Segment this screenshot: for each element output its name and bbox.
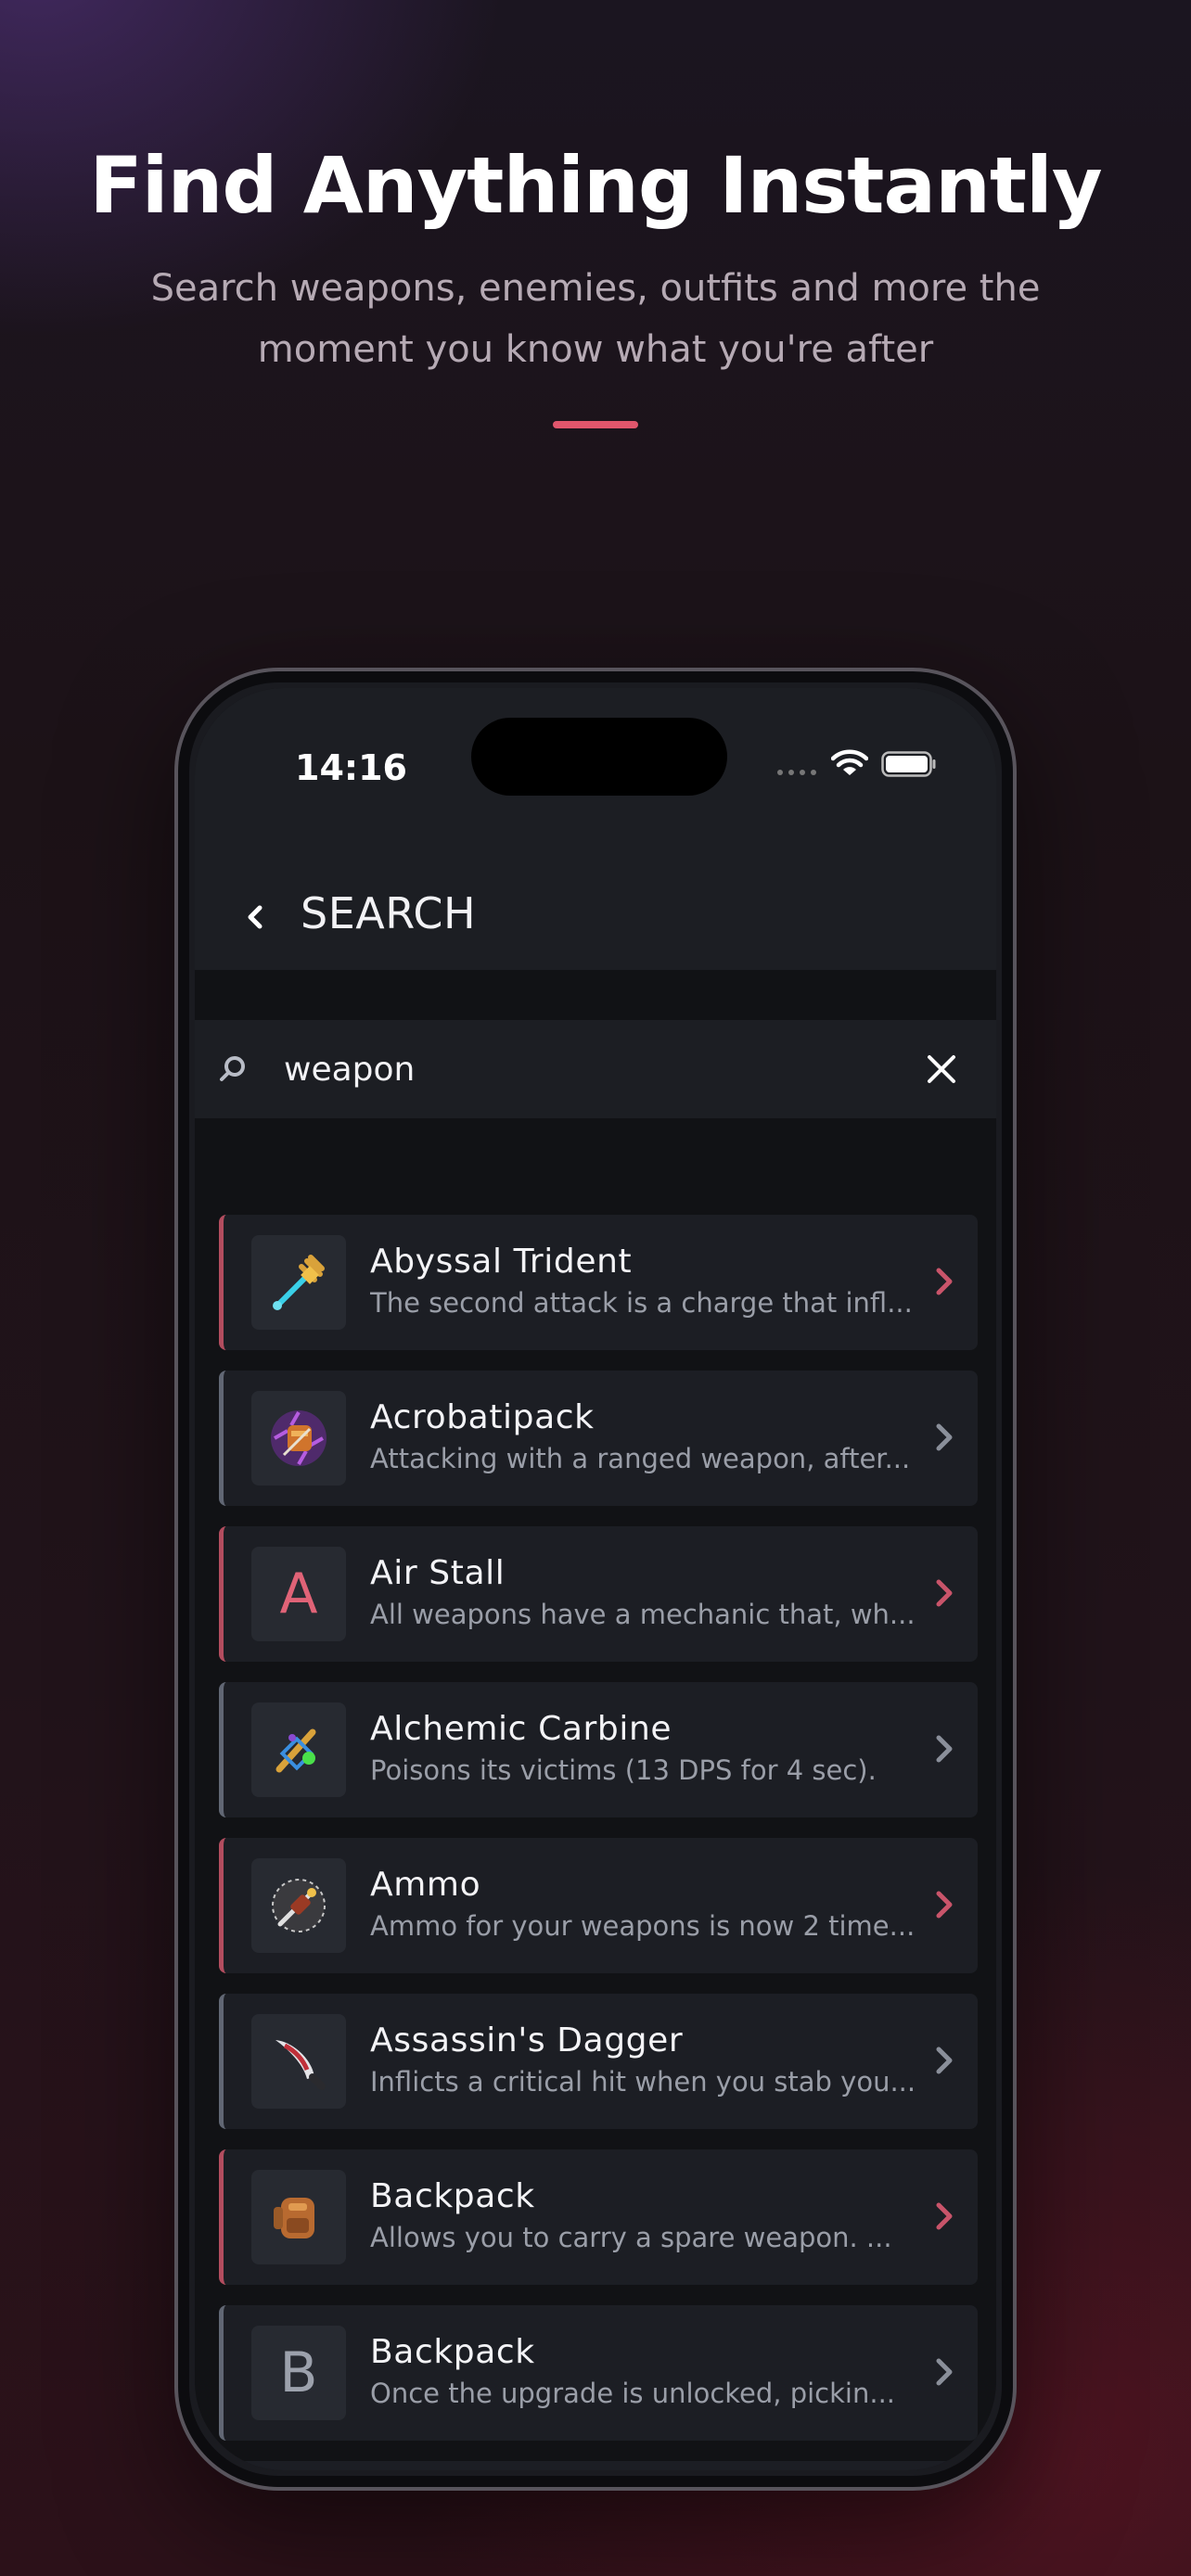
letter-avatar: A — [251, 1547, 346, 1641]
item-title: Assassin's Dagger — [370, 2021, 684, 2060]
list-item[interactable]: Acrobatipack Attacking with a ranged wea… — [219, 1371, 978, 1506]
search-icon — [220, 1056, 245, 1081]
hero-title: Find Anything Instantly — [89, 140, 1102, 231]
search-bar — [195, 1020, 996, 1118]
avatar-letter: B — [279, 2340, 318, 2405]
battery-icon — [881, 751, 936, 777]
backpack-purple-icon — [251, 1391, 346, 1486]
hero: Find Anything Instantly Search weapons, … — [0, 139, 1191, 428]
trident-icon — [251, 1235, 346, 1330]
dynamic-island — [471, 718, 727, 796]
chevron-right-icon — [936, 2047, 953, 2074]
status-bar: 14:16 — [195, 688, 996, 864]
item-description: Attacking with a ranged weapon, after... — [370, 1443, 911, 1474]
chevron-right-icon — [936, 1423, 953, 1451]
status-time: 14:16 — [295, 747, 407, 788]
item-description: Inflicts a critical hit when you stab yo… — [370, 2066, 916, 2098]
carbine-icon — [251, 1702, 346, 1797]
chevron-right-icon — [936, 1735, 953, 1763]
accent-divider — [553, 421, 638, 428]
ammo-icon — [251, 1858, 346, 1953]
page-title: SEARCH — [301, 888, 477, 938]
chevron-right-icon — [936, 2358, 953, 2386]
item-description: Ammo for your weapons is now 2 time... — [370, 1910, 916, 1942]
backpack-icon — [251, 2170, 346, 2264]
signal-icon — [777, 770, 816, 775]
search-input[interactable] — [284, 1040, 877, 1098]
item-title: Backpack — [370, 2177, 535, 2215]
list-item[interactable]: Alchemic Carbine Poisons its victims (13… — [219, 1682, 978, 1817]
item-title: Ammo — [370, 1866, 481, 1904]
list-item[interactable]: A Air Stall All weapons have a mechanic … — [219, 1526, 978, 1662]
item-title: Alchemic Carbine — [370, 1710, 672, 1748]
hero-subtitle: Search weapons, enemies, outfits and mor… — [150, 267, 1041, 371]
avatar-letter: A — [279, 1562, 318, 1626]
item-title: Acrobatipack — [370, 1398, 595, 1436]
chevron-left-icon — [248, 905, 263, 929]
back-button[interactable] — [223, 885, 288, 950]
results-list: Abyssal Trident The second attack is a c… — [219, 1215, 978, 2470]
list-item[interactable]: Ammo Ammo for your weapons is now 2 time… — [219, 1838, 978, 1973]
chevron-right-icon — [936, 2202, 953, 2230]
app-header: SEARCH — [195, 864, 996, 970]
wifi-icon — [831, 749, 868, 775]
item-title: Abyssal Trident — [370, 1243, 633, 1281]
dagger-icon — [251, 2014, 346, 2109]
chevron-right-icon — [936, 1268, 953, 1295]
chevron-right-icon — [936, 1579, 953, 1607]
item-description: Allows you to carry a spare weapon. ... — [370, 2222, 892, 2253]
close-icon — [928, 1055, 955, 1083]
list-item[interactable] — [219, 2461, 978, 2470]
phone-screen: 14:16 SEARCH weapon Abyssal Trident The … — [195, 688, 996, 2470]
chevron-right-icon — [936, 1891, 953, 1919]
item-description: The second attack is a charge that infl.… — [370, 1287, 913, 1319]
list-item[interactable]: Backpack Allows you to carry a spare wea… — [219, 2149, 978, 2285]
list-item[interactable]: Assassin's Dagger Inflicts a critical hi… — [219, 1994, 978, 2129]
list-item[interactable]: Abyssal Trident The second attack is a c… — [219, 1215, 978, 1350]
item-title: Backpack — [370, 2333, 535, 2371]
letter-avatar: B — [251, 2326, 346, 2420]
clear-search-button[interactable] — [920, 1048, 963, 1090]
list-item[interactable]: B Backpack Once the upgrade is unlocked,… — [219, 2305, 978, 2441]
item-title: Air Stall — [370, 1554, 506, 1592]
item-description: All weapons have a mechanic that, wh... — [370, 1599, 916, 1630]
item-description: Once the upgrade is unlocked, pickin... — [370, 2378, 896, 2409]
phone-frame: 14:16 SEARCH weapon Abyssal Trident The … — [174, 668, 1017, 2491]
item-description: Poisons its victims (13 DPS for 4 sec). — [370, 1754, 877, 1786]
